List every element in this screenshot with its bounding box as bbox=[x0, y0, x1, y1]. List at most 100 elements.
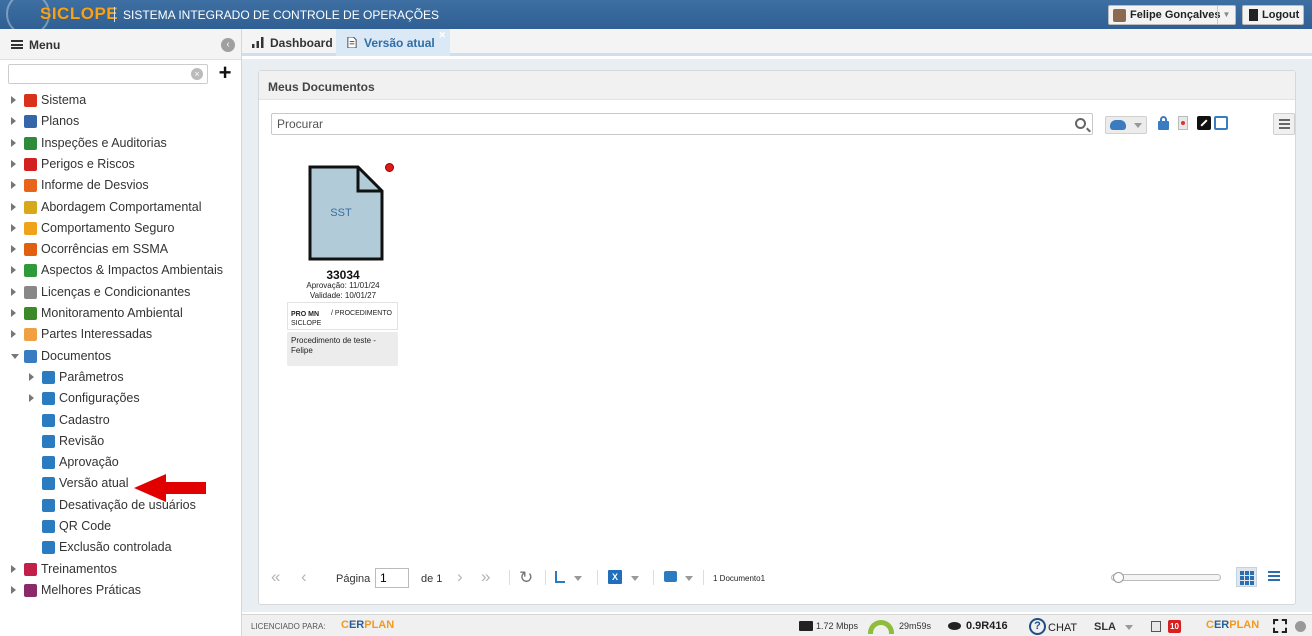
sidebar-item[interactable]: Revisão bbox=[0, 432, 241, 452]
refresh-icon[interactable]: ↻ bbox=[519, 568, 533, 588]
caret-right-icon[interactable] bbox=[11, 181, 16, 190]
cloud-dropdown-button[interactable] bbox=[1105, 116, 1147, 134]
notes-icon[interactable] bbox=[1151, 621, 1161, 632]
sidebar-item[interactable]: Comportamento Seguro bbox=[0, 219, 241, 239]
user-menu-button[interactable]: Felipe Gonçalves ▼ bbox=[1108, 5, 1236, 25]
sidebar-item[interactable]: Configurações bbox=[0, 389, 241, 409]
sidebar-item[interactable]: QR Code bbox=[0, 517, 241, 537]
caret-right-icon[interactable] bbox=[11, 117, 16, 126]
last-page-icon[interactable]: » bbox=[481, 567, 490, 587]
sidebar-item[interactable]: Abordagem Comportamental bbox=[0, 198, 241, 218]
external-link-icon[interactable] bbox=[1197, 116, 1211, 130]
print-icon[interactable] bbox=[664, 571, 677, 582]
brand-name: SICLOPE bbox=[40, 4, 119, 23]
caret-right-icon[interactable] bbox=[11, 96, 16, 104]
sidebar-item[interactable]: Sistema bbox=[0, 91, 241, 111]
close-tab-icon[interactable]: ✕ bbox=[438, 30, 446, 41]
sidebar-item[interactable]: Documentos bbox=[0, 347, 241, 367]
sidebar-item[interactable]: Ocorrências em SSMA bbox=[0, 240, 241, 260]
chevron-down-icon[interactable] bbox=[685, 576, 693, 581]
collapse-sidebar-icon[interactable]: ‹ bbox=[221, 38, 235, 52]
document-icon bbox=[42, 477, 55, 491]
document-card[interactable]: SST 33034 Aprovação: 11/01/24 Validade: … bbox=[287, 159, 399, 369]
sla-label[interactable]: SLA bbox=[1094, 621, 1116, 633]
sidebar-item-label: Ocorrências em SSMA bbox=[41, 242, 169, 257]
chevron-down-icon[interactable] bbox=[1125, 625, 1133, 630]
edit-document-icon bbox=[42, 413, 55, 427]
notification-badge[interactable]: 10 bbox=[1168, 620, 1181, 633]
sidebar-item[interactable]: Monitoramento Ambiental bbox=[0, 304, 241, 324]
sidebar-item[interactable]: Treinamentos bbox=[0, 560, 241, 580]
sidebar-item[interactable]: Cadastro bbox=[0, 411, 241, 431]
documents-search-field[interactable] bbox=[271, 113, 1093, 135]
chevron-down-icon[interactable]: ▼ bbox=[1217, 6, 1235, 24]
page-number-input[interactable] bbox=[375, 568, 409, 588]
excel-export-icon[interactable]: X bbox=[608, 570, 622, 584]
caret-right-icon[interactable] bbox=[11, 287, 16, 296]
siclope-logo[interactable]: SICLOPE bbox=[6, 0, 118, 36]
caret-down-icon[interactable] bbox=[11, 353, 19, 359]
slider-handle[interactable] bbox=[1113, 572, 1124, 583]
help-icon[interactable] bbox=[1295, 621, 1306, 632]
tab-versao-atual[interactable]: Versão atual ✕ bbox=[336, 29, 450, 56]
calendar-settings-icon[interactable] bbox=[1214, 116, 1228, 130]
trash-icon bbox=[42, 541, 55, 555]
grid-view-button[interactable] bbox=[1236, 567, 1257, 587]
list-view-icon[interactable] bbox=[1268, 571, 1280, 582]
caret-right-icon[interactable] bbox=[11, 330, 16, 339]
caret-right-icon[interactable] bbox=[11, 223, 16, 232]
caret-right-icon[interactable] bbox=[29, 372, 34, 381]
logout-button[interactable]: Logout bbox=[1242, 5, 1304, 25]
code-line-2: SICLOPE bbox=[291, 320, 322, 327]
sidebar-item[interactable]: Planos bbox=[0, 112, 241, 132]
validity-date: Validade: 10/01/27 bbox=[309, 291, 377, 300]
sidebar-item[interactable]: Perigos e Riscos bbox=[0, 155, 241, 175]
caret-right-icon[interactable] bbox=[11, 585, 16, 594]
sidebar-item[interactable]: Parâmetros bbox=[0, 368, 241, 388]
tab-dashboard[interactable]: Dashboard bbox=[242, 29, 335, 56]
logout-label: Logout bbox=[1262, 9, 1300, 21]
chevron-down-icon bbox=[1134, 123, 1142, 128]
chat-label[interactable]: CHAT bbox=[1048, 622, 1077, 634]
clear-search-icon[interactable]: × bbox=[191, 68, 203, 80]
documents-search-input[interactable] bbox=[272, 114, 1067, 134]
menu-search-field[interactable]: × bbox=[8, 64, 208, 84]
caret-right-icon[interactable] bbox=[29, 394, 34, 403]
search-icon[interactable] bbox=[1075, 118, 1086, 129]
phone-icon bbox=[24, 179, 37, 193]
checklist-icon bbox=[24, 136, 37, 150]
fullscreen-icon[interactable] bbox=[1273, 619, 1287, 633]
pager-bar: « ‹ Página de 1 › » ↻ X 1 Documento1 bbox=[259, 567, 1295, 589]
previous-page-icon[interactable]: ‹ bbox=[301, 567, 307, 587]
list-menu-button[interactable] bbox=[1273, 113, 1295, 135]
sidebar-item-label: Aspectos & Impactos Ambientais bbox=[41, 263, 224, 278]
tab-label: Dashboard bbox=[270, 36, 333, 50]
hamburger-icon[interactable] bbox=[11, 40, 23, 49]
lock-icon[interactable] bbox=[1158, 116, 1169, 130]
sidebar-item[interactable]: Inspeções e Auditorias bbox=[0, 134, 241, 154]
sidebar-item[interactable]: Informe de Desvios bbox=[0, 176, 241, 196]
chat-icon[interactable]: ? bbox=[1029, 618, 1046, 635]
caret-right-icon[interactable] bbox=[11, 309, 16, 317]
chevron-down-icon[interactable] bbox=[631, 576, 639, 581]
hierarchy-icon[interactable] bbox=[555, 571, 565, 583]
caret-right-icon[interactable] bbox=[11, 202, 16, 211]
tag-icon[interactable] bbox=[1178, 116, 1188, 130]
sidebar-item[interactable]: Aspectos & Impactos Ambientais bbox=[0, 261, 241, 281]
menu-search-input[interactable] bbox=[9, 65, 189, 83]
first-page-icon[interactable]: « bbox=[271, 567, 280, 587]
caret-right-icon[interactable] bbox=[11, 138, 16, 147]
caret-right-icon[interactable] bbox=[11, 266, 16, 275]
sidebar-item[interactable]: Licenças e Condicionantes bbox=[0, 283, 241, 303]
zoom-slider[interactable] bbox=[1111, 572, 1221, 583]
sidebar-item[interactable]: Partes Interessadas bbox=[0, 325, 241, 345]
chevron-down-icon[interactable] bbox=[574, 576, 582, 581]
sidebar-item[interactable]: Aprovação bbox=[0, 453, 241, 473]
caret-right-icon[interactable] bbox=[11, 564, 16, 573]
add-icon[interactable]: + bbox=[214, 62, 236, 84]
sidebar-item[interactable]: Melhores Práticas bbox=[0, 581, 241, 601]
caret-right-icon[interactable] bbox=[11, 159, 16, 168]
sidebar-item[interactable]: Exclusão controlada bbox=[0, 538, 241, 558]
next-page-icon[interactable]: › bbox=[457, 567, 463, 587]
caret-right-icon[interactable] bbox=[11, 245, 16, 254]
